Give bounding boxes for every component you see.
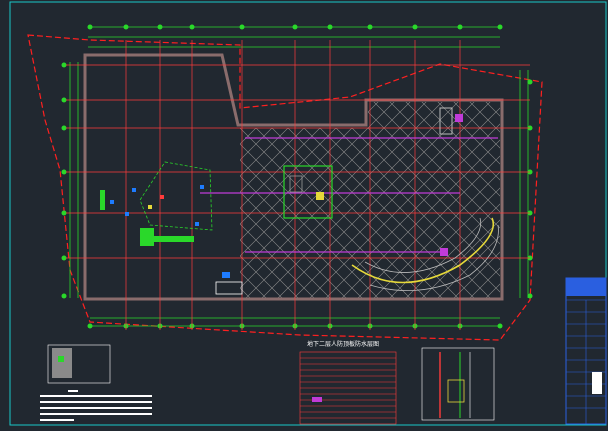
title-block [565, 277, 607, 425]
section-detail [421, 347, 495, 421]
equipment-cluster [100, 161, 213, 246]
core-marker [316, 192, 324, 200]
legend-header: 地下二层人防顶板防水层图 [307, 340, 379, 348]
general-notes [40, 390, 152, 421]
utility-node [455, 114, 463, 122]
entry-marker-inner [222, 272, 230, 278]
cad-drawing-canvas[interactable]: 地下二层人防顶板防水层图 [0, 0, 608, 427]
utility-node [440, 248, 448, 256]
entry-marker [215, 281, 243, 295]
key-plan [47, 344, 111, 384]
cad-viewport[interactable]: 地下二层人防顶板防水层图 [0, 0, 608, 427]
legend-table: 地下二层人防顶板防水层图 [299, 340, 397, 425]
